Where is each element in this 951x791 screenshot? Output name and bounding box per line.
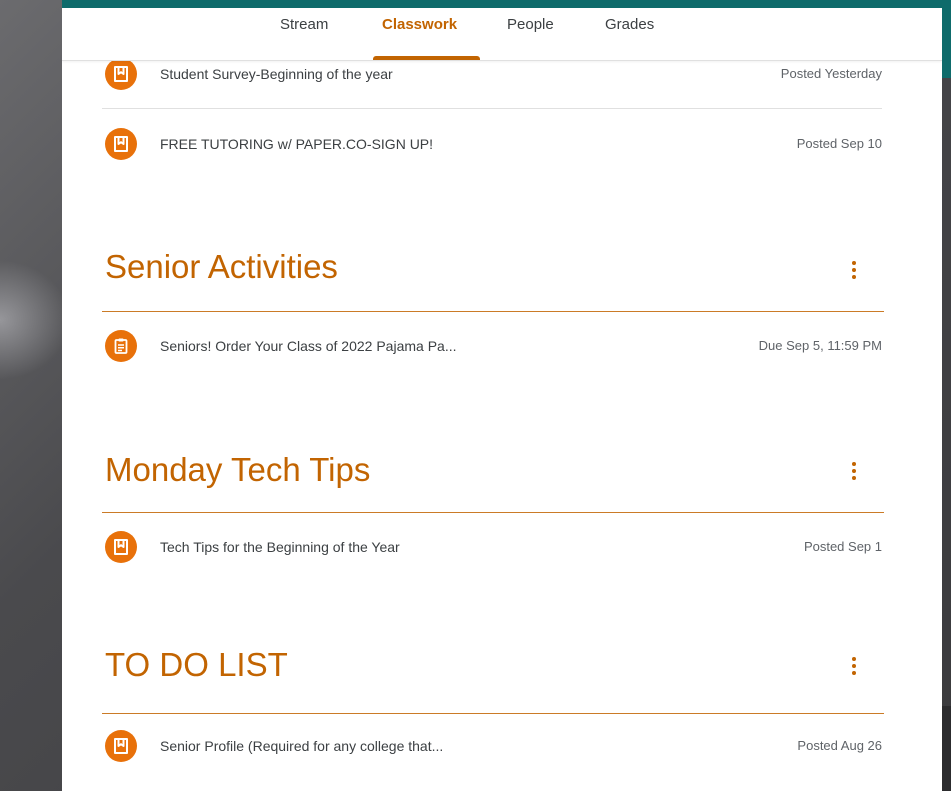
list-item[interactable]: Senior Profile (Required for any college… [102,720,882,772]
material-icon [105,58,137,90]
classwork-page: Stream Classwork People Grades Student S… [62,8,942,791]
item-title: Seniors! Order Your Class of 2022 Pajama… [160,338,457,354]
more-options-icon[interactable] [842,459,866,483]
teal-side-strip [942,8,951,78]
assignment-icon [105,330,137,362]
active-tab-indicator [373,56,480,60]
item-meta: Posted Yesterday [780,66,882,81]
topic-divider [102,311,884,312]
list-item[interactable]: Seniors! Order Your Class of 2022 Pajama… [102,320,882,372]
material-icon [105,531,137,563]
tab-grades[interactable]: Grades [605,16,654,33]
item-title: FREE TUTORING w/ PAPER.CO-SIGN UP! [160,136,434,152]
teal-header-strip [62,0,951,8]
item-meta: Due Sep 5, 11:59 PM [758,338,882,353]
item-title: Student Survey-Beginning of the year [160,66,393,82]
item-title: Tech Tips for the Beginning of the Year [160,539,400,555]
background-glow [0,260,70,380]
dark-side-strip [942,706,951,791]
tab-stream[interactable]: Stream [280,16,328,33]
topic-title: Senior Activities [105,248,338,285]
item-meta: Posted Sep 1 [803,539,882,554]
material-icon [105,730,137,762]
list-item[interactable]: FREE TUTORING w/ PAPER.CO-SIGN UP! Poste… [102,118,882,170]
tab-classwork[interactable]: Classwork [382,16,457,33]
divider [102,108,882,109]
topic-divider [102,512,884,513]
topic-divider [102,713,884,714]
item-title: Senior Profile (Required for any college… [160,738,444,754]
list-item[interactable]: Tech Tips for the Beginning of the Year … [102,521,882,573]
tab-people[interactable]: People [507,16,554,33]
more-options-icon[interactable] [842,258,866,282]
tab-bar: Stream Classwork People Grades [62,8,942,61]
more-options-icon[interactable] [842,654,866,678]
item-meta: Posted Aug 26 [797,738,882,753]
topic-title: TO DO LIST [105,646,288,683]
material-icon [105,128,137,160]
item-meta: Posted Sep 10 [796,136,882,151]
topic-title: Monday Tech Tips [105,451,371,488]
